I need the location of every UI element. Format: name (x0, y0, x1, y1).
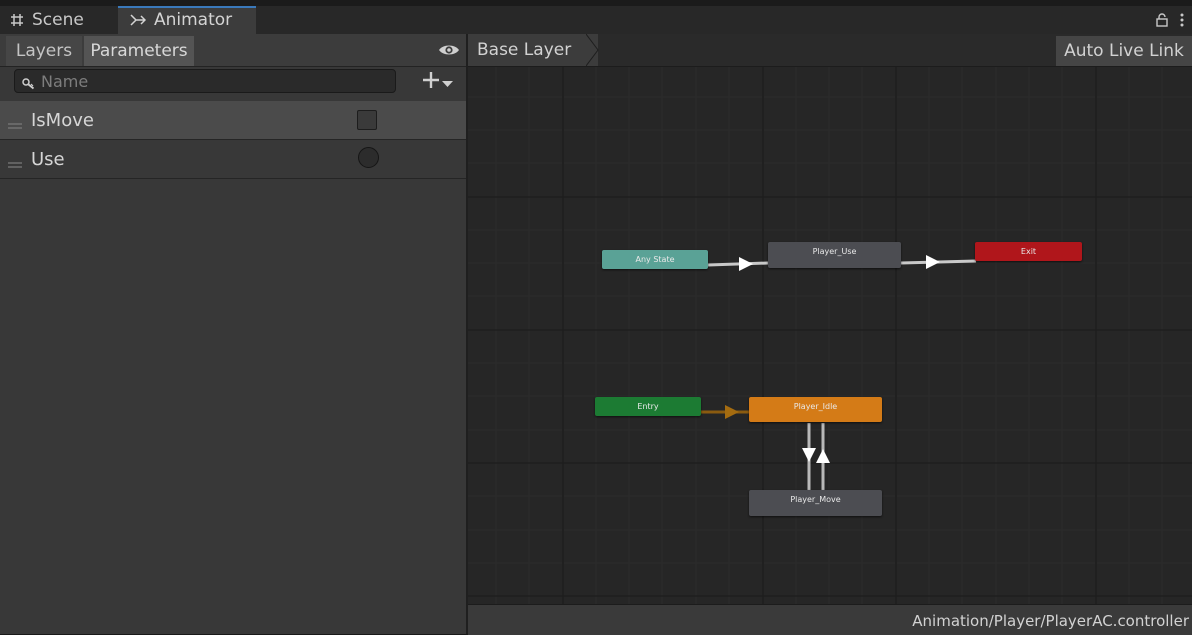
graph-grid (468, 67, 1192, 604)
parameter-list: IsMove Use (0, 101, 466, 179)
parameters-panel: Layers Parameters IsMove (0, 34, 466, 634)
eye-icon[interactable] (438, 42, 460, 61)
plus-icon (422, 71, 440, 93)
transition-arrow-icon (802, 448, 816, 462)
breadcrumb-base-layer[interactable]: Base Layer (477, 40, 571, 60)
state-entry[interactable]: Entry (595, 397, 701, 416)
parameter-name[interactable]: IsMove (31, 110, 94, 131)
tab-scene[interactable]: Scene (0, 6, 116, 34)
state-player-use[interactable]: Player_Use (768, 242, 901, 268)
parameter-row[interactable]: Use (0, 140, 466, 179)
search-box (14, 69, 396, 93)
parameter-row[interactable]: IsMove (0, 101, 466, 140)
transition-arrow-icon (739, 257, 753, 271)
state-any-state[interactable]: Any State (602, 250, 708, 269)
state-player-idle[interactable]: Player_Idle (749, 397, 882, 422)
animator-icon (130, 13, 146, 27)
lock-icon[interactable] (1156, 12, 1168, 31)
transition-arrow-icon (725, 405, 739, 419)
parameter-name[interactable]: Use (31, 149, 65, 170)
editor-tab-bar: Scene Animator (0, 6, 1192, 34)
tab-parameters[interactable]: Parameters (84, 36, 194, 66)
controller-path: Animation/Player/PlayerAC.controller (912, 612, 1189, 630)
tab-animator-label: Animator (154, 10, 233, 30)
kebab-menu-icon[interactable] (1180, 12, 1184, 31)
state-exit[interactable]: Exit (975, 242, 1082, 261)
grid-icon (10, 13, 24, 27)
graph-toolbar: Base Layer Auto Live Link (468, 34, 1192, 67)
window-tools (1156, 12, 1184, 31)
drag-handle-icon[interactable] (8, 153, 22, 172)
drag-handle-icon[interactable] (8, 114, 22, 133)
panel-tabs: Layers Parameters (0, 34, 466, 67)
transition-anystate-to-use[interactable] (707, 261, 769, 267)
transitions (701, 255, 977, 490)
breadcrumb[interactable]: Base Layer (468, 34, 598, 66)
search-icon (22, 75, 35, 94)
add-parameter-button[interactable] (422, 71, 453, 93)
trigger-radio[interactable] (358, 147, 379, 168)
breadcrumb-arrow-icon (586, 34, 599, 66)
bool-checkbox[interactable] (357, 110, 377, 130)
state-machine-graph[interactable]: Any State Player_Use Exit Entry Player_I… (468, 67, 1192, 604)
search-row (0, 67, 466, 97)
state-player-move[interactable]: Player_Move (749, 490, 882, 516)
transition-arrow-icon (926, 255, 940, 269)
auto-live-link-button[interactable]: Auto Live Link (1056, 36, 1192, 66)
tab-layers[interactable]: Layers (6, 36, 82, 66)
tab-animator[interactable]: Animator (118, 6, 256, 34)
tab-scene-label: Scene (32, 10, 84, 30)
status-bar: Animation/Player/PlayerAC.controller (468, 604, 1192, 635)
transition-arrow-icon (816, 449, 830, 463)
chevron-down-icon (442, 73, 453, 92)
search-input[interactable] (41, 71, 391, 91)
